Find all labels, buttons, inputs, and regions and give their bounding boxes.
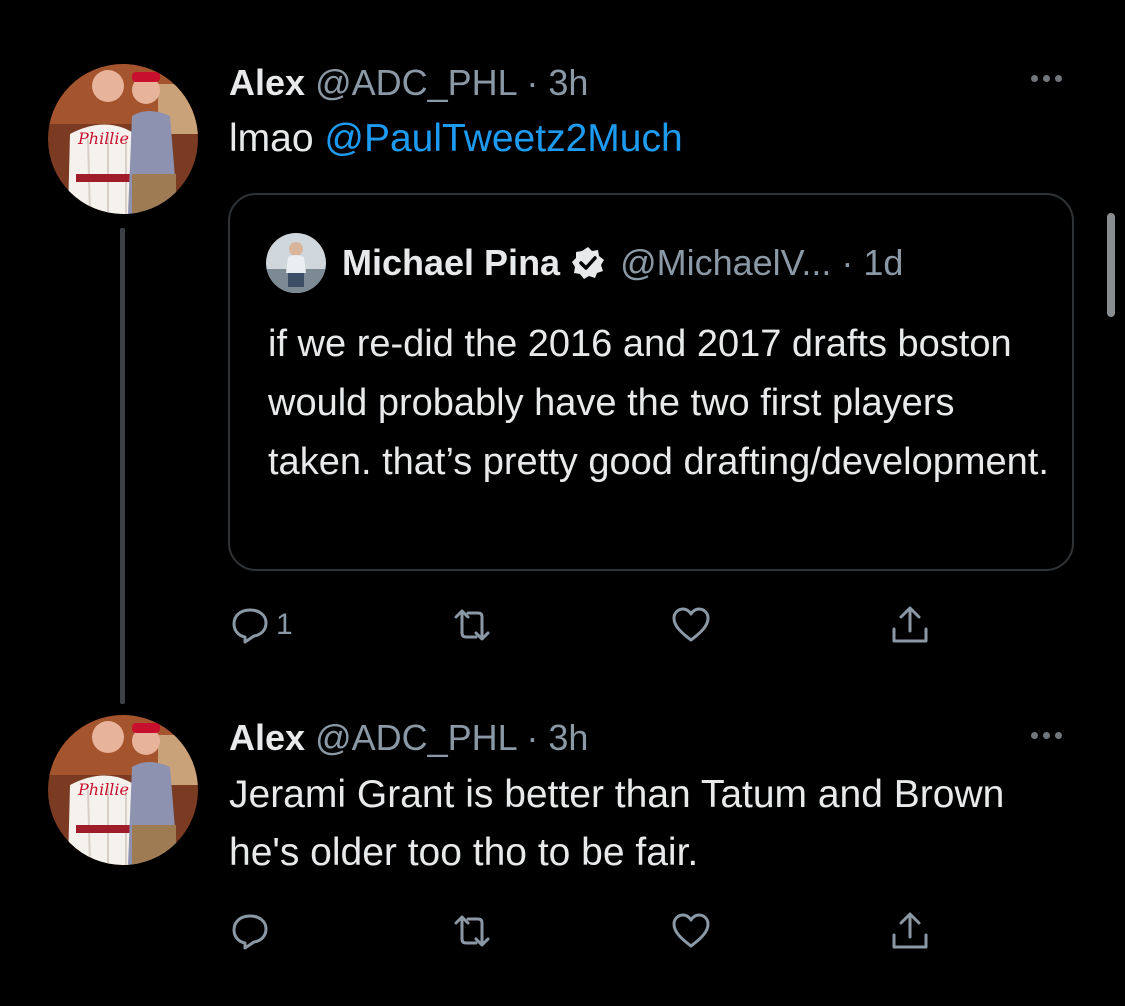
more-icon-dot [1043,75,1050,82]
more-options-button[interactable] [1031,75,1062,82]
svg-text:Phillie: Phillie [77,129,129,148]
reply-count: 1 [276,608,293,641]
tweet-actions: 1 [228,600,968,650]
reply-button[interactable] [228,906,276,956]
retweet-button[interactable] [450,906,494,956]
quoted-avatar [266,233,326,293]
avatar[interactable]: Phillie [48,64,198,214]
tweet-text: lmao @PaulTweetz2Much [229,110,1049,168]
like-button[interactable] [669,906,713,956]
thread-connector-line [120,228,125,704]
reply-button[interactable]: 1 [228,600,293,650]
like-button[interactable] [669,600,713,650]
tweet-thread: Phillie Alex @ADC_PHL · 3h lmao @PaulTwe… [0,0,1125,1006]
scrollbar-thumb[interactable] [1107,213,1115,317]
more-icon-dot [1055,75,1062,82]
quoted-tweet-header: Michael Pina @MichaelV... · 1d [342,241,903,285]
heart-icon [672,607,710,642]
tweet-text-content: lmao [229,117,325,160]
share-icon [892,606,928,643]
avatar[interactable]: Phillie [48,715,198,865]
more-icon-dot [1031,75,1038,82]
verified-badge-icon [570,245,606,281]
author-handle[interactable]: @ADC_PHL [315,717,516,758]
retweet-icon [454,915,490,947]
more-icon-dot [1043,732,1050,739]
tweet-actions [228,906,968,956]
reply-icon [232,914,268,950]
quoted-author-name[interactable]: Michael Pina [342,241,560,285]
more-icon-dot [1031,732,1038,739]
author-handle[interactable]: @ADC_PHL [315,62,516,103]
svg-text:Phillie: Phillie [77,780,129,799]
tweet-time[interactable]: · 3h [526,717,588,758]
author-name[interactable]: Alex [229,717,305,758]
quoted-tweet-time[interactable]: · 1d [841,241,903,285]
reply-icon [232,608,268,644]
share-button[interactable] [888,600,932,650]
share-icon [892,912,928,949]
retweet-button[interactable] [450,600,494,650]
quoted-author-handle[interactable]: @MichaelV... [620,241,831,285]
mention-link[interactable]: @PaulTweetz2Much [324,117,682,160]
share-button[interactable] [888,906,932,956]
quoted-tweet-text: if we re-did the 2016 and 2017 drafts bo… [268,323,1049,483]
author-name[interactable]: Alex [229,62,305,103]
tweet-header: Alex @ADC_PHL · 3h [229,716,588,760]
retweet-icon [454,609,490,641]
tweet-time[interactable]: · 3h [526,62,588,103]
heart-icon [672,913,710,948]
more-icon-dot [1055,732,1062,739]
tweet-text: Jerami Grant is better than Tatum and Br… [229,773,1005,874]
more-options-button[interactable] [1031,732,1062,739]
tweet-header: Alex @ADC_PHL · 3h [229,61,588,105]
quoted-tweet-card[interactable]: Michael Pina @MichaelV... · 1d if we re-… [228,193,1074,571]
